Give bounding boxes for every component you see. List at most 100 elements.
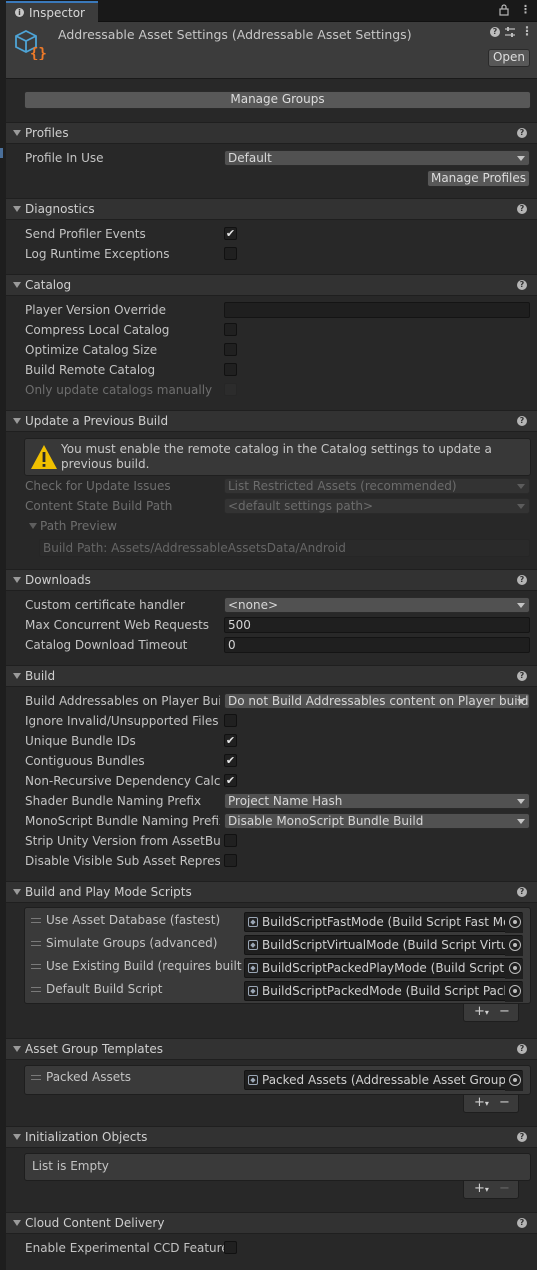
max-concurrent-requests-label: Max Concurrent Web Requests [25,618,210,632]
kebab-menu-icon[interactable]: ⋮ [521,24,533,38]
disable-visible-sub-asset-checkbox[interactable] [224,854,237,867]
object-field[interactable]: ◆ BuildScriptPackedMode (Build Script Pac… [244,981,523,1001]
help-icon[interactable]: ? [517,416,527,426]
only-update-catalogs-checkbox [224,383,237,396]
certificate-handler-dropdown[interactable]: <none> [224,597,530,613]
tab-inspector[interactable]: i Inspector [6,1,98,22]
chevron-down-icon [517,156,525,161]
chevron-down-icon [517,799,525,804]
object-field[interactable]: ◆ BuildScriptVirtualMode (Build Script Vi… [244,935,523,955]
log-runtime-exceptions-checkbox[interactable] [224,247,237,260]
section-title: Update a Previous Build [25,414,169,428]
optimize-catalog-size-label: Optimize Catalog Size [25,343,158,357]
script-asset-icon: ◆ [248,963,258,973]
profile-in-use-dropdown[interactable]: Default [224,150,530,166]
strip-unity-version-checkbox[interactable] [224,834,237,847]
list-empty-label: List is Empty [32,1159,109,1173]
remove-item-button[interactable]: − [499,1004,510,1020]
chevron-down-icon [517,484,525,489]
foldout-arrow-icon [13,418,21,424]
section-title: Profiles [25,126,69,140]
section-diagnostics[interactable]: Diagnostics ? [6,198,537,220]
help-icon[interactable]: ? [517,671,527,681]
help-icon[interactable]: ? [517,1044,527,1054]
object-field[interactable]: ◆ BuildScriptPackedPlayMode (Build Script… [244,958,523,978]
drag-handle-icon[interactable] [31,987,41,992]
build-on-player-value: Do not Build Addressables content on Pla… [228,694,529,708]
enable-ccd-features-checkbox[interactable] [224,1241,237,1254]
shader-bundle-prefix-dropdown[interactable]: Project Name Hash [224,793,530,809]
section-asset-group-templates[interactable]: Asset Group Templates ? [6,1038,537,1060]
section-profiles[interactable]: Profiles ? [6,122,537,144]
object-picker-icon[interactable] [509,985,521,997]
player-version-override-input[interactable] [224,302,530,318]
ignore-invalid-files-checkbox[interactable] [224,714,237,727]
help-icon[interactable]: ? [517,280,527,290]
help-icon[interactable]: ? [517,128,527,138]
left-panel-marker [0,148,3,158]
compress-local-catalog-checkbox[interactable] [224,323,237,336]
foldout-arrow-icon [29,523,37,529]
script-asset-icon: ◆ [248,917,258,927]
max-concurrent-requests-input[interactable]: 500 [224,617,530,633]
section-catalog[interactable]: Catalog ? [6,274,537,296]
manage-profiles-button[interactable]: Manage Profiles [427,170,530,187]
object-field-value: BuildScriptPackedMode (Build Script Pack… [262,984,518,998]
catalog-download-timeout-input[interactable]: 0 [224,637,530,653]
section-downloads[interactable]: Downloads ? [6,569,537,591]
object-picker-icon[interactable] [509,939,521,951]
contiguous-bundles-checkbox[interactable]: ✔ [224,754,237,767]
info-icon: i [15,8,24,17]
send-profiler-events-label: Send Profiler Events [25,227,146,241]
section-build-play-mode-scripts[interactable]: Build and Play Mode Scripts ? [6,881,537,903]
lock-icon[interactable] [499,4,509,19]
section-build[interactable]: Build ? [6,665,537,687]
help-icon[interactable]: ? [490,27,500,37]
content-state-build-path-label: Content State Build Path [25,499,173,513]
object-picker-icon[interactable] [509,1074,521,1086]
drag-handle-icon[interactable] [31,1075,41,1080]
non-recursive-dependency-checkbox[interactable]: ✔ [224,774,237,787]
foldout-arrow-icon [13,889,21,895]
object-picker-icon[interactable] [509,916,521,928]
certificate-handler-label: Custom certificate handler [25,598,185,612]
section-initialization-objects[interactable]: Initialization Objects ? [6,1126,537,1148]
add-item-button[interactable]: +▾ [474,1181,489,1198]
object-picker-area [505,913,523,933]
left-panel-edge [0,0,6,1270]
drag-handle-icon[interactable] [31,964,41,969]
object-field[interactable]: ◆ Packed Assets (Addressable Asset Group … [244,1070,523,1090]
path-preview-foldout: Path Preview [40,519,117,533]
player-version-override-label: Player Version Override [25,303,167,317]
help-icon[interactable]: ? [517,887,527,897]
strip-unity-version-label: Strip Unity Version from AssetBundl [25,834,220,848]
kebab-menu-icon[interactable]: ⋮ [520,4,531,16]
foldout-arrow-icon [13,577,21,583]
build-on-player-dropdown[interactable]: Do not Build Addressables content on Pla… [224,693,530,709]
monoscript-bundle-prefix-dropdown[interactable]: Disable MonoScript Bundle Build [224,813,530,829]
section-update-previous-build[interactable]: Update a Previous Build ? [6,410,537,432]
list-footer: +▾ − [463,1095,519,1113]
manage-groups-button[interactable]: Manage Groups [24,91,531,109]
remove-item-button[interactable]: − [499,1095,510,1111]
drag-handle-icon[interactable] [31,941,41,946]
preset-sliders-icon[interactable] [504,26,516,41]
help-icon[interactable]: ? [517,1218,527,1228]
help-icon[interactable]: ? [517,575,527,585]
build-remote-catalog-checkbox[interactable] [224,363,237,376]
disable-visible-sub-asset-label: Disable Visible Sub Asset Represen [25,854,220,868]
section-cloud-content-delivery[interactable]: Cloud Content Delivery ? [6,1212,537,1234]
help-icon[interactable]: ? [517,1132,527,1142]
optimize-catalog-size-checkbox[interactable] [224,343,237,356]
unique-bundle-ids-checkbox[interactable]: ✔ [224,734,237,747]
svg-text:{}: {} [30,46,46,60]
open-button[interactable]: Open [488,49,530,67]
help-icon[interactable]: ? [517,204,527,214]
send-profiler-events-checkbox[interactable]: ✔ [224,227,237,240]
add-item-button[interactable]: +▾ [474,1095,489,1112]
add-item-button[interactable]: +▾ [474,1004,489,1021]
warning-helpbox: You must enable the remote catalog in th… [24,438,531,476]
object-picker-icon[interactable] [509,962,521,974]
object-field[interactable]: ◆ BuildScriptFastMode (Build Script Fast … [244,912,523,932]
drag-handle-icon[interactable] [31,918,41,923]
